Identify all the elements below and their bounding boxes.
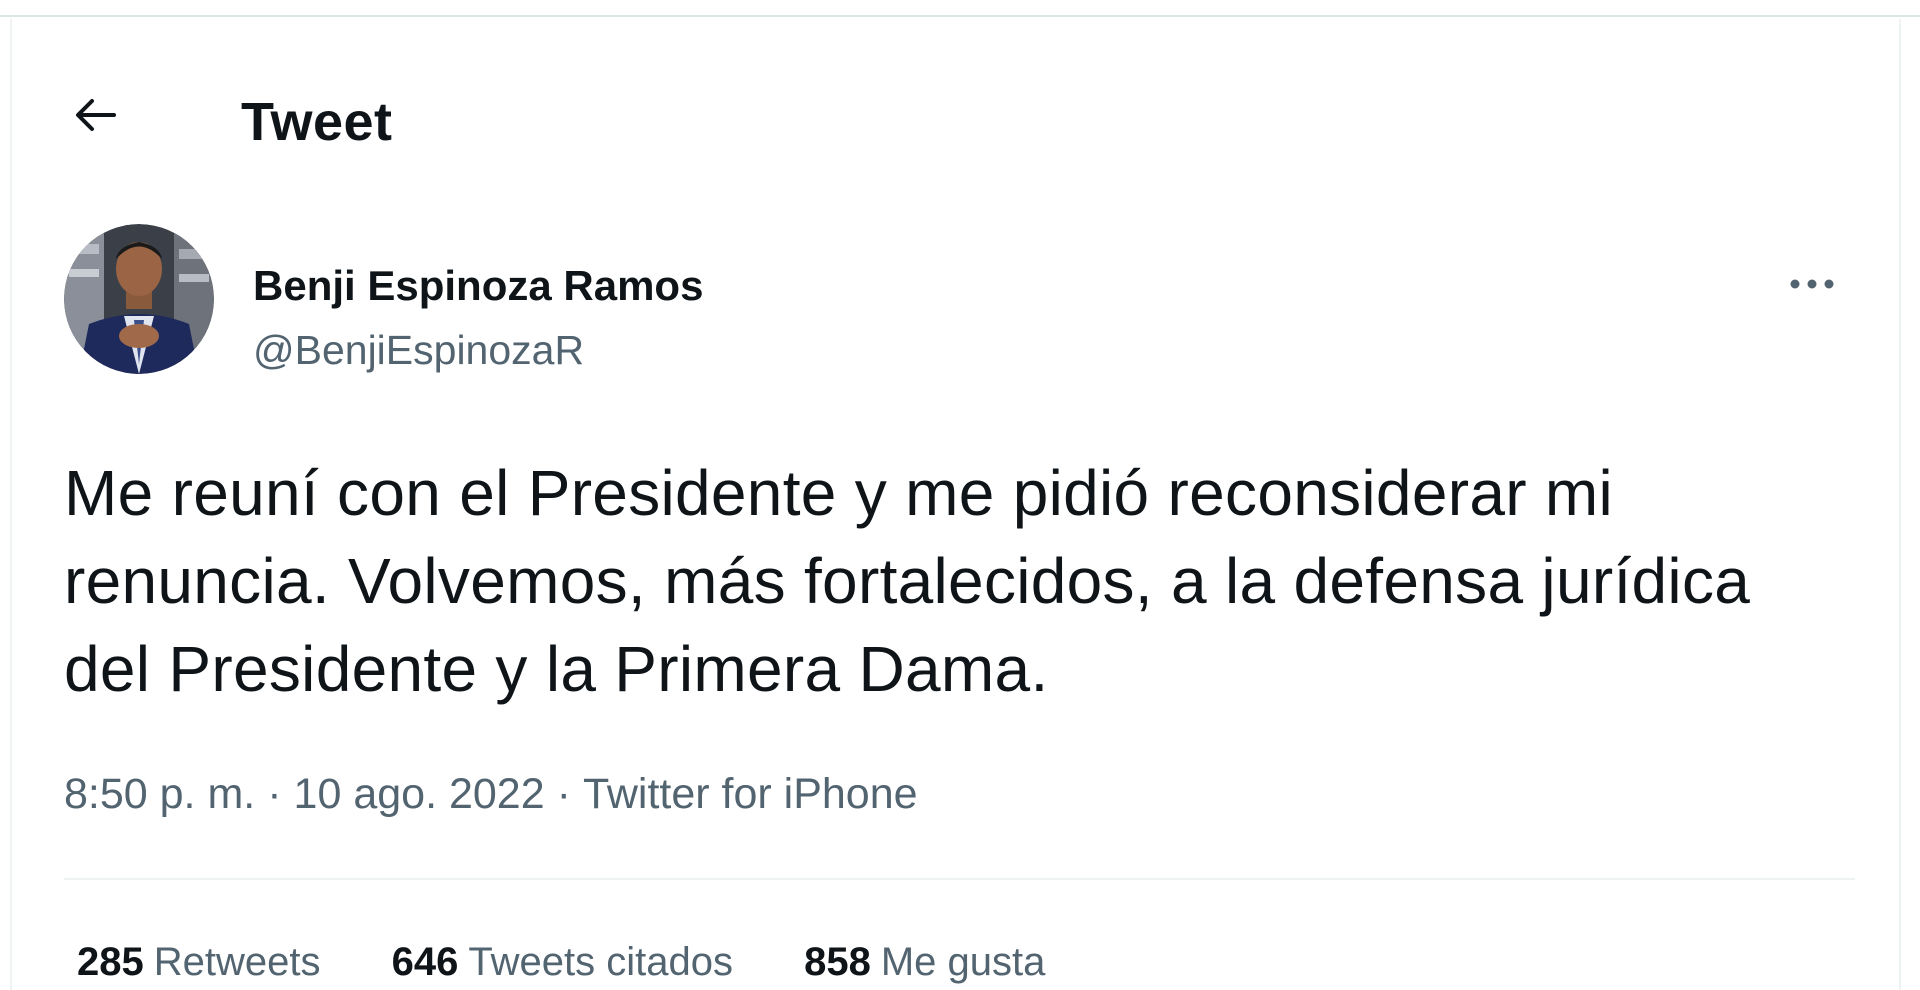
meta-separator: · — [267, 770, 282, 818]
quote-tweets-label: Tweets citados — [468, 940, 733, 984]
tweet-source[interactable]: Twitter for iPhone — [583, 770, 918, 818]
tweet-text: Me reuní con el Presidente y me pidió re… — [64, 457, 1751, 705]
quote-tweets-stat[interactable]: 646 Tweets citados — [392, 937, 733, 987]
retweets-stat[interactable]: 285 Retweets — [77, 937, 321, 987]
page-title: Tweet — [241, 92, 393, 152]
quote-tweets-count: 646 — [391, 940, 459, 984]
tweet-stats: 285 Retweets 646 Tweets citados 858 Me gust… — [77, 937, 1105, 987]
author-handle[interactable]: @BenjiEspinozaR — [253, 325, 584, 375]
tweet-time[interactable]: 8:50 p. m. — [64, 770, 255, 818]
page-header: Tweet — [12, 19, 1899, 199]
retweets-count: 285 — [77, 940, 144, 984]
more-options-button[interactable] — [1782, 259, 1842, 309]
avatar[interactable] — [64, 224, 214, 374]
tweet-column: Tweet Benji Espinoza Ramos @BenjiEspinoz… — [10, 19, 1901, 990]
tweet-date[interactable]: 10 ago. 2022 — [294, 770, 545, 818]
back-button[interactable] — [62, 83, 126, 147]
divider — [64, 878, 1855, 880]
meta-separator: · — [556, 770, 571, 818]
more-horizontal-icon — [1790, 279, 1834, 289]
tweet-metadata: 8:50 p. m. · 10 ago. 2022 · Twitter for iPho… — [64, 767, 918, 821]
profile-photo — [64, 224, 214, 374]
author-name[interactable]: Benji Espinoza Ramos — [253, 261, 703, 311]
likes-stat[interactable]: 858 Me gusta — [804, 937, 1045, 987]
arrow-left-icon — [76, 99, 116, 131]
likes-count: 858 — [804, 940, 871, 984]
likes-label: Me gusta — [880, 940, 1046, 984]
top-border — [0, 0, 1920, 17]
retweets-label: Retweets — [153, 940, 321, 984]
